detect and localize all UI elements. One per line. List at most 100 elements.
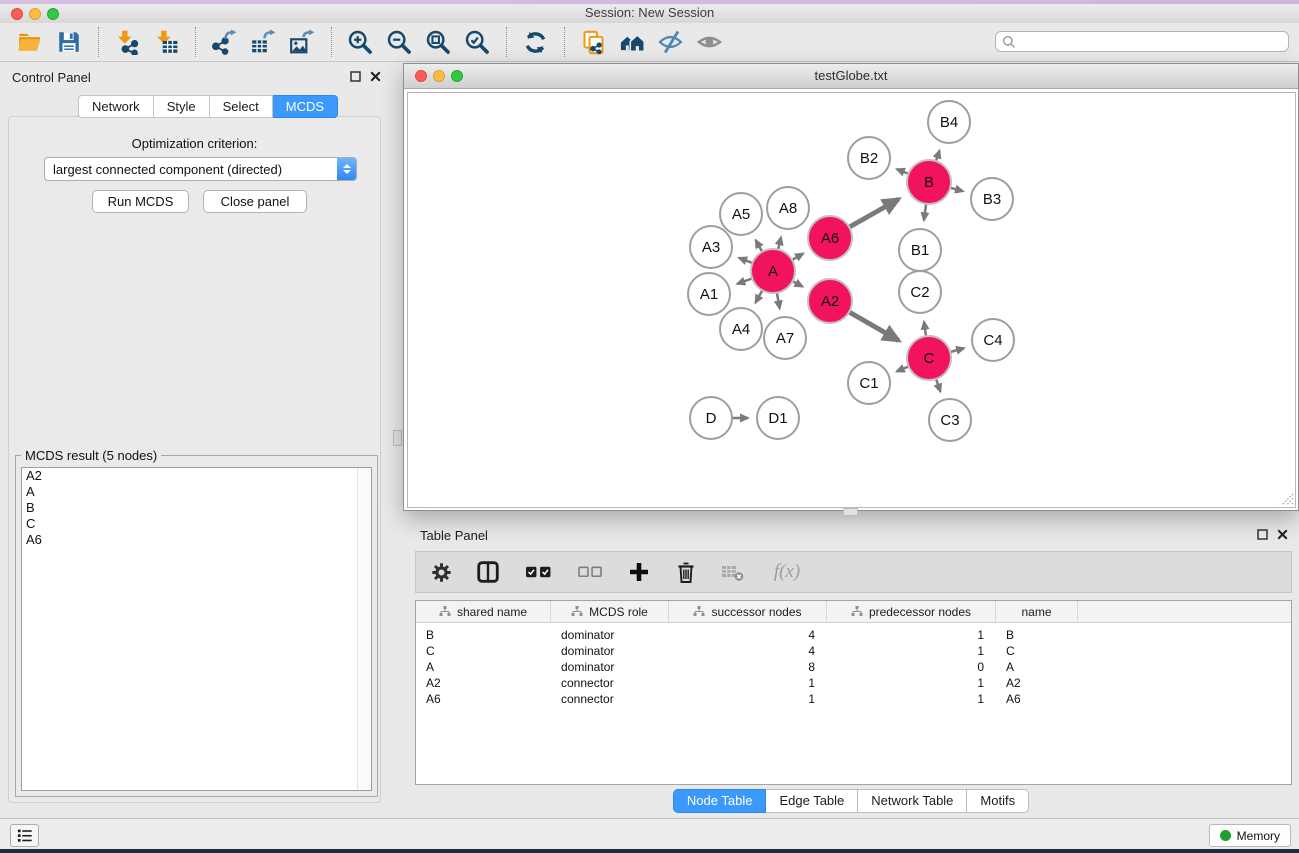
export-table-icon[interactable] — [249, 28, 277, 56]
table-row[interactable]: C dominator 4 1 C — [416, 643, 1291, 659]
float-panel-icon[interactable] — [350, 71, 361, 82]
show-all-eye-icon[interactable] — [696, 28, 724, 56]
mcds-result-list[interactable]: A2 A B C A6 — [21, 467, 372, 791]
task-history-button[interactable] — [10, 824, 39, 847]
graph-node-C[interactable]: C — [906, 335, 952, 381]
graph-node-B2[interactable]: B2 — [847, 136, 891, 180]
import-network-icon[interactable] — [113, 28, 141, 56]
table-cell: 1 — [827, 644, 996, 658]
run-mcds-button[interactable]: Run MCDS — [92, 190, 189, 213]
graph-node-C3[interactable]: C3 — [928, 398, 972, 442]
session-title: Session: New Session — [0, 5, 1299, 20]
graph-node-A3[interactable]: A3 — [689, 225, 733, 269]
add-column-icon[interactable] — [626, 559, 652, 585]
criterion-dropdown-value: largest connected component (directed) — [45, 162, 337, 177]
close-table-panel-icon[interactable] — [1277, 529, 1288, 540]
function-builder-icon[interactable]: f(x) — [767, 559, 807, 585]
graph-node-A1[interactable]: A1 — [687, 272, 731, 316]
table-row[interactable]: B dominator 4 1 B — [416, 627, 1291, 643]
table-cell: C — [996, 644, 1078, 658]
result-list-item[interactable]: B — [22, 500, 371, 516]
hide-selected-eye-icon[interactable] — [657, 28, 685, 56]
graph-node-D1[interactable]: D1 — [756, 396, 800, 440]
duplicate-network-icon[interactable] — [579, 28, 607, 56]
criterion-dropdown[interactable]: largest connected component (directed) — [44, 157, 357, 181]
graph-node-B[interactable]: B — [906, 159, 952, 205]
graph-node-A5[interactable]: A5 — [719, 192, 763, 236]
zoom-out-icon[interactable] — [385, 28, 413, 56]
table-row[interactable]: A dominator 8 0 A — [416, 659, 1291, 675]
zoom-in-icon[interactable] — [346, 28, 374, 56]
table-row[interactable]: A6 connector 1 1 A6 — [416, 691, 1291, 707]
zoom-fit-icon[interactable] — [424, 28, 452, 56]
unselect-all-columns-icon[interactable] — [575, 559, 605, 585]
graph-node-A6[interactable]: A6 — [807, 215, 853, 261]
main-title-bar: Session: New Session — [0, 4, 1299, 24]
graph-canvas[interactable]: B4 B2 B B3 A8A5 A6 A3 B1 A C2 A1 A2 A4A7 C4 C C1 C3 D D1 — [407, 92, 1296, 508]
column-settings-gear-icon[interactable] — [428, 559, 454, 585]
tab-style[interactable]: Style — [154, 95, 210, 118]
tab-motifs[interactable]: Motifs — [967, 789, 1029, 813]
float-table-panel-icon[interactable] — [1257, 529, 1268, 540]
horizontal-splitter-handle[interactable] — [843, 508, 858, 516]
graph-node-A8[interactable]: A8 — [766, 186, 810, 230]
column-header-shared-name[interactable]: shared name — [416, 601, 551, 622]
result-list-item[interactable]: C — [22, 516, 371, 532]
graph-node-A4[interactable]: A4 — [719, 307, 763, 351]
graph-node-B4[interactable]: B4 — [927, 100, 971, 144]
delete-table-icon[interactable] — [720, 559, 746, 585]
network-window-title-bar[interactable]: testGlobe.txt — [404, 64, 1298, 89]
export-network-icon[interactable] — [210, 28, 238, 56]
export-image-icon[interactable] — [288, 28, 316, 56]
graph-node-D[interactable]: D — [689, 396, 733, 440]
search-input[interactable] — [1016, 34, 1288, 50]
tab-select[interactable]: Select — [210, 95, 273, 118]
tab-mcds[interactable]: MCDS — [273, 95, 338, 118]
tab-node-table[interactable]: Node Table — [673, 789, 767, 813]
table-row[interactable]: A2 connector 1 1 A2 — [416, 675, 1291, 691]
result-list-item[interactable]: A — [22, 484, 371, 500]
table-cell: 4 — [669, 644, 827, 658]
column-header-mcds-role[interactable]: MCDS role — [551, 601, 669, 622]
table-panel: Table Panel — [403, 520, 1299, 813]
tab-edge-table[interactable]: Edge Table — [766, 789, 858, 813]
result-list-item[interactable]: A2 — [22, 468, 371, 484]
resize-grip-icon[interactable] — [1280, 492, 1294, 506]
search-field[interactable] — [995, 31, 1289, 52]
table-cell: A2 — [416, 676, 551, 690]
select-all-columns-icon[interactable] — [522, 559, 554, 585]
graph-node-A7[interactable]: A7 — [763, 316, 807, 360]
graph-node-A2[interactable]: A2 — [807, 278, 853, 324]
vertical-splitter-handle[interactable] — [393, 430, 402, 446]
close-panel-icon[interactable] — [370, 71, 381, 82]
close-panel-button[interactable]: Close panel — [203, 190, 307, 213]
graph-node-A[interactable]: A — [750, 248, 796, 294]
delete-column-trash-icon[interactable] — [673, 559, 699, 585]
tab-network-table[interactable]: Network Table — [858, 789, 967, 813]
import-table-icon[interactable] — [152, 28, 180, 56]
column-header-name[interactable]: name — [996, 601, 1078, 622]
result-list-scrollbar[interactable] — [357, 468, 371, 790]
zoom-selected-icon[interactable] — [463, 28, 491, 56]
node-table[interactable]: shared name MCDS role successor nodes pr… — [415, 600, 1292, 785]
first-neighbors-icon[interactable] — [618, 28, 646, 56]
column-header-successor-nodes[interactable]: successor nodes — [669, 601, 827, 622]
graph-node-B1[interactable]: B1 — [898, 228, 942, 272]
refresh-layout-icon[interactable] — [521, 28, 549, 56]
open-file-icon[interactable] — [16, 28, 44, 56]
graph-node-C4[interactable]: C4 — [971, 318, 1015, 362]
save-session-icon[interactable] — [55, 28, 83, 56]
tab-network[interactable]: Network — [78, 95, 154, 118]
column-label: MCDS role — [589, 605, 648, 619]
result-list-item[interactable]: A6 — [22, 532, 371, 548]
graph-node-C1[interactable]: C1 — [847, 361, 891, 405]
table-cell: 1 — [669, 692, 827, 706]
graph-node-C2[interactable]: C2 — [898, 270, 942, 314]
column-label: predecessor nodes — [869, 605, 971, 619]
show-column-selector-icon[interactable] — [475, 559, 501, 585]
table-cell: 1 — [827, 692, 996, 706]
toolbar-separator — [195, 27, 197, 57]
column-header-predecessor-nodes[interactable]: predecessor nodes — [827, 601, 996, 622]
graph-node-B3[interactable]: B3 — [970, 177, 1014, 221]
memory-button[interactable]: Memory — [1209, 824, 1291, 847]
